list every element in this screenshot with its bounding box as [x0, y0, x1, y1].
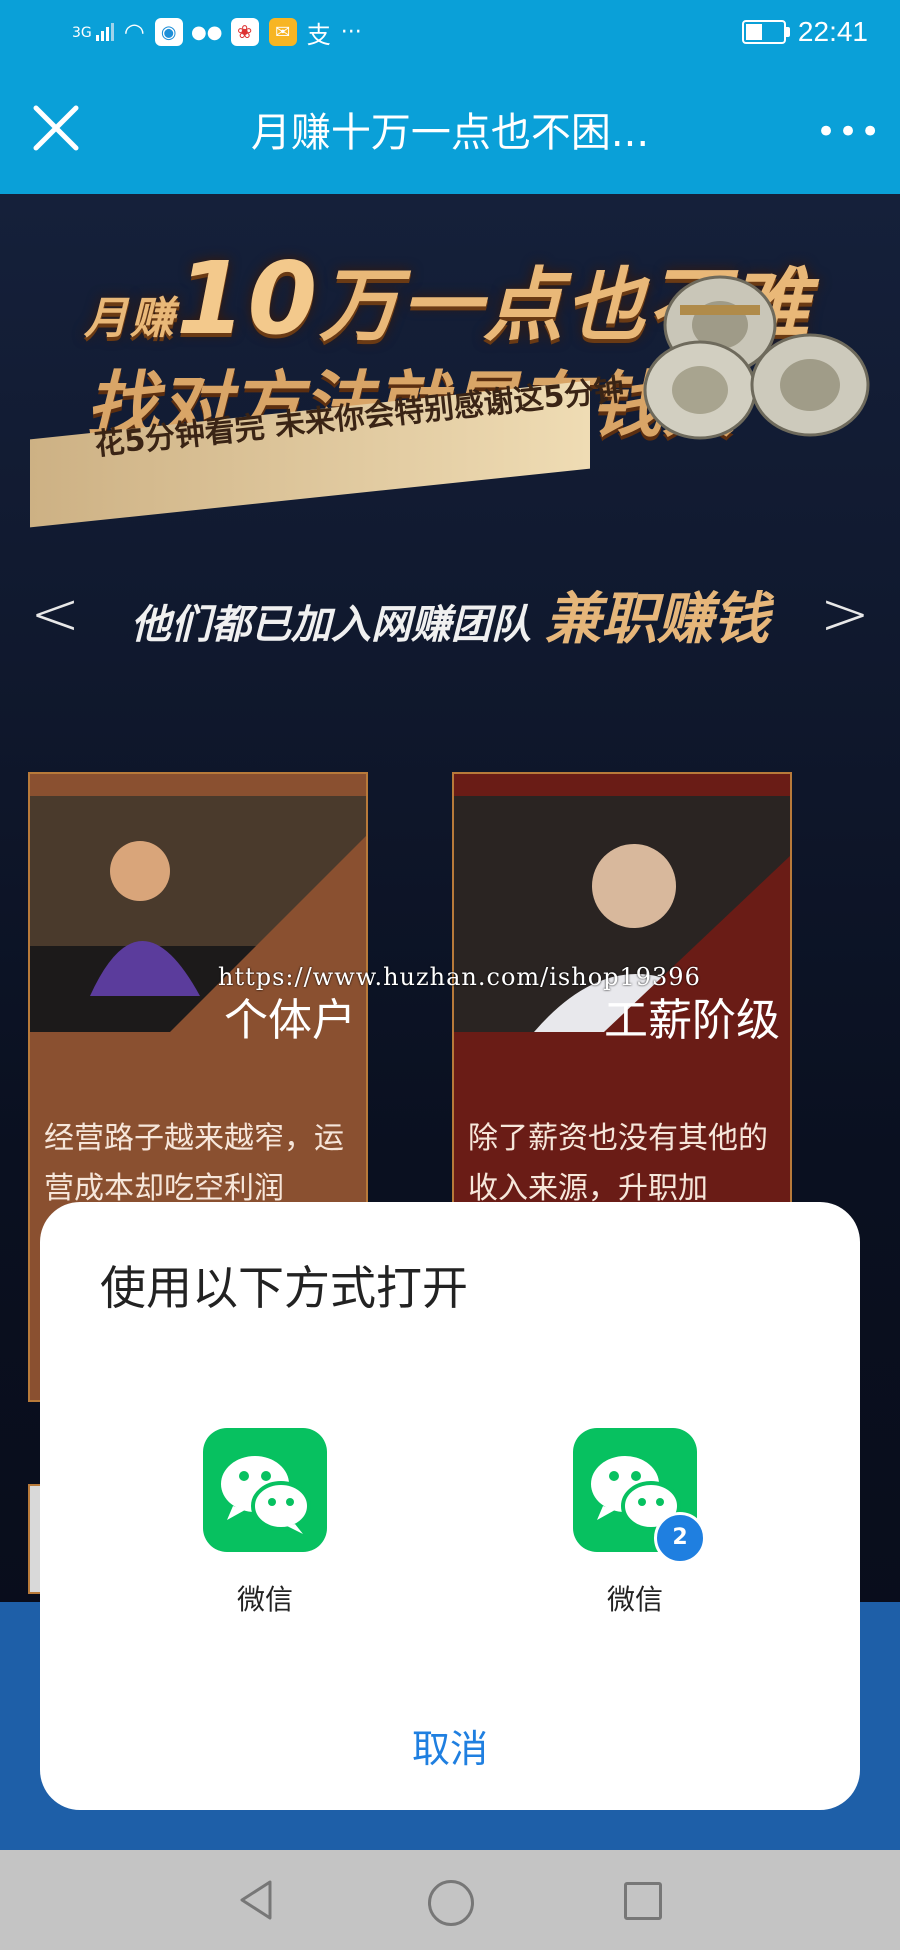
wechat-app-option[interactable] — [203, 1428, 327, 1552]
wechat-icon — [221, 1456, 311, 1534]
close-button[interactable] — [30, 102, 82, 154]
alipay-icon: 支 — [306, 20, 331, 49]
signal-icon: 3G — [72, 23, 114, 41]
banner-number: 10 — [176, 240, 320, 357]
banner-prefix: 月赚 — [84, 293, 176, 344]
more-menu-button[interactable]: ••• — [816, 112, 880, 152]
wifi-icon: ◠ — [123, 18, 145, 46]
app-icon-1: ◉ — [154, 18, 183, 46]
home-circle-icon[interactable] — [428, 1880, 474, 1926]
section-subhead: < 他们都已加入网赚团队 兼职赚钱 > — [30, 574, 870, 654]
more-notifications: ··· — [340, 19, 362, 45]
watermark-url: https://www.huzhan.com/ishop19396 — [218, 963, 701, 991]
close-icon — [33, 105, 79, 151]
chevron-left-icon: < — [30, 579, 81, 649]
mail-icon: ✉ — [268, 18, 297, 46]
network-type: 3G — [72, 25, 92, 41]
app-option-label: 微信 — [236, 1583, 293, 1616]
card-title: 个体户 — [224, 995, 356, 1046]
app-option-label: 微信 — [606, 1583, 663, 1616]
sheet-title: 使用以下方式打开 — [100, 1261, 468, 1315]
app-icon-3: ❀ — [230, 18, 259, 46]
card-title: 工薪阶级 — [604, 995, 780, 1046]
wechat-icon: ●● — [191, 21, 223, 43]
recents-square-icon[interactable] — [624, 1882, 662, 1920]
status-right: 22:41 — [741, 12, 868, 52]
chevron-right-icon: > — [819, 579, 870, 649]
money-rolls-image — [643, 275, 870, 440]
cancel-button[interactable]: 取消 — [350, 1718, 550, 1773]
subhead-text: 他们都已加入网赚团队 — [131, 601, 531, 648]
status-left: 3G ◠ ◉ ●● ❀ ✉ 支 ··· — [72, 14, 362, 50]
battery-icon — [741, 20, 790, 44]
subhead-highlight: 兼职赚钱 — [545, 586, 769, 652]
card-description: 经营路子越来越窄，运营成本却吃空利润 — [44, 1121, 344, 1206]
subhead-group: 他们都已加入网赚团队 兼职赚钱 — [131, 574, 769, 655]
back-triangle-icon[interactable] — [236, 1878, 276, 1922]
card-description: 除了薪资也没有其他的收入来源，升职加 — [468, 1121, 768, 1206]
page-title: 月赚十万一点也不困... — [250, 110, 650, 156]
clock: 22:41 — [797, 16, 868, 47]
clone-badge-icon: 2 — [654, 1512, 706, 1564]
